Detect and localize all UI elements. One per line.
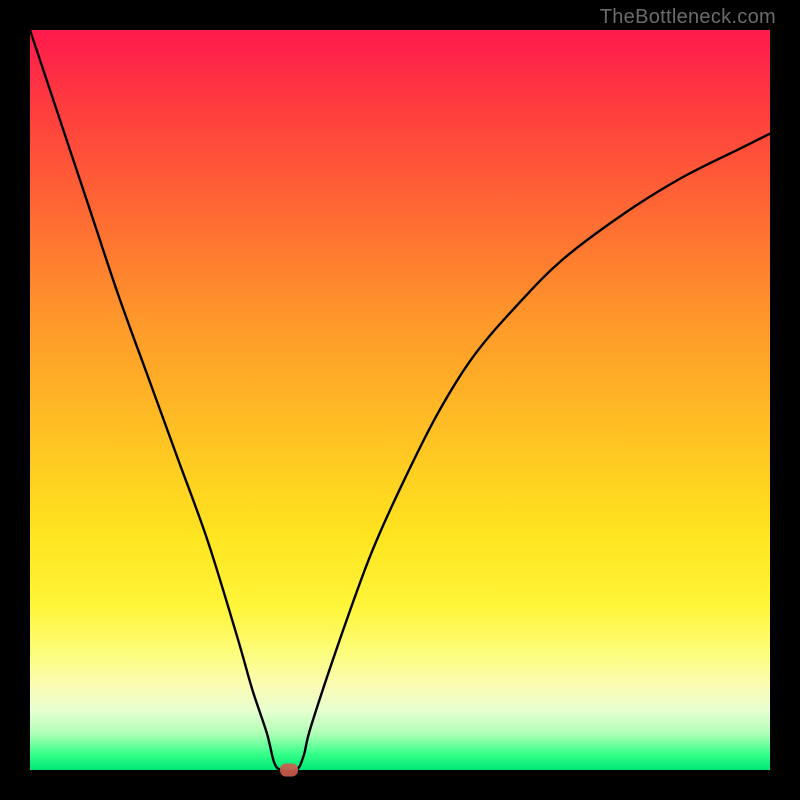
- plot-area: [30, 30, 770, 770]
- chart-frame: TheBottleneck.com: [0, 0, 800, 800]
- watermark-text: TheBottleneck.com: [600, 6, 776, 29]
- curve-path: [30, 30, 770, 770]
- bottleneck-curve: [30, 30, 770, 770]
- min-marker: [280, 764, 298, 777]
